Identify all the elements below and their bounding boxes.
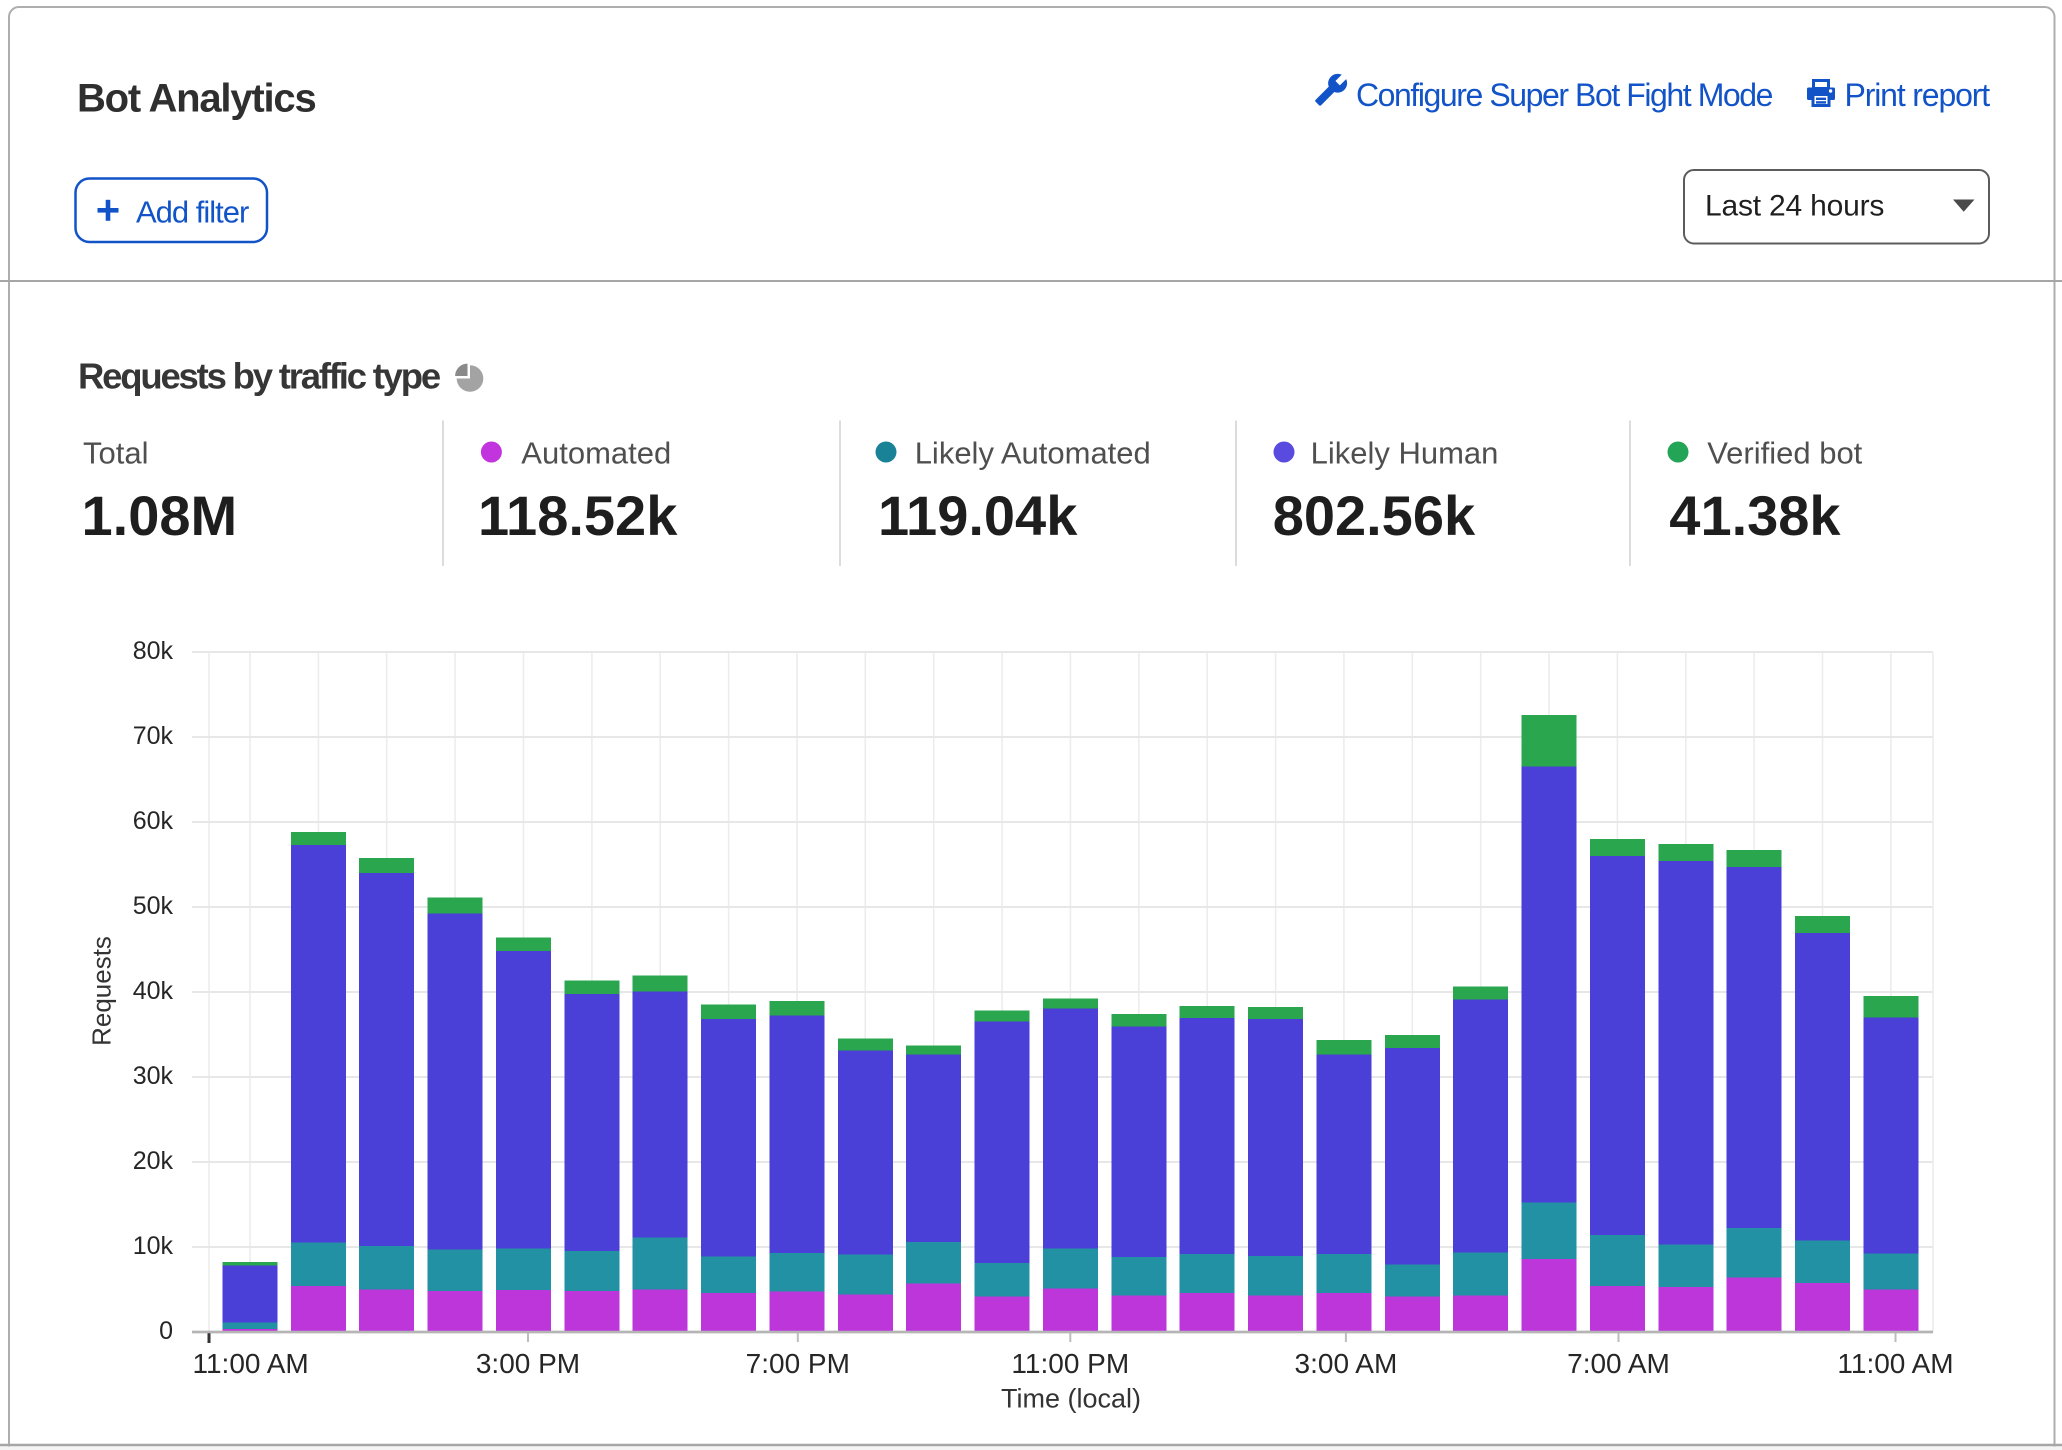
svg-text:7:00 PM: 7:00 PM: [746, 1348, 850, 1379]
svg-text:1.08M: 1.08M: [82, 484, 238, 547]
svg-text:Requests by traffic type: Requests by traffic type: [78, 356, 441, 397]
svg-text:70k: 70k: [133, 722, 174, 750]
svg-text:11:00 PM: 11:00 PM: [1011, 1348, 1129, 1379]
svg-text:11:00 AM: 11:00 AM: [1837, 1348, 1953, 1379]
svg-text:11:00 AM: 11:00 AM: [192, 1348, 308, 1379]
svg-text:41.38k: 41.38k: [1669, 484, 1841, 547]
svg-text:40k: 40k: [133, 977, 174, 1005]
svg-text:0: 0: [159, 1317, 173, 1345]
svg-text:118.52k: 118.52k: [478, 484, 678, 547]
svg-text:Verified bot: Verified bot: [1707, 436, 1862, 471]
svg-text:Configure Super Bot Fight Mode: Configure Super Bot Fight Mode: [1356, 77, 1773, 113]
svg-text:119.04k: 119.04k: [878, 484, 1078, 547]
svg-text:3:00 PM: 3:00 PM: [476, 1348, 580, 1379]
svg-text:Bot Analytics: Bot Analytics: [77, 77, 316, 121]
svg-text:50k: 50k: [133, 892, 174, 920]
svg-text:Likely Automated: Likely Automated: [915, 436, 1151, 471]
svg-text:30k: 30k: [133, 1062, 174, 1090]
svg-text:7:00 AM: 7:00 AM: [1567, 1348, 1670, 1379]
svg-text:80k: 80k: [133, 637, 174, 665]
svg-text:802.56k: 802.56k: [1273, 484, 1476, 547]
svg-text:10k: 10k: [133, 1232, 174, 1260]
svg-text:3:00 AM: 3:00 AM: [1295, 1348, 1398, 1379]
svg-text:Print report: Print report: [1845, 77, 1991, 113]
svg-text:20k: 20k: [133, 1147, 174, 1175]
svg-text:60k: 60k: [133, 807, 174, 835]
svg-text:Time (local): Time (local): [1001, 1384, 1141, 1414]
svg-text:Total: Total: [83, 436, 148, 471]
svg-text:Last 24 hours: Last 24 hours: [1705, 190, 1884, 223]
svg-text:Add filter: Add filter: [136, 195, 249, 230]
svg-text:Requests: Requests: [87, 936, 117, 1046]
svg-text:Automated: Automated: [521, 436, 671, 471]
svg-text:Likely Human: Likely Human: [1311, 436, 1499, 471]
